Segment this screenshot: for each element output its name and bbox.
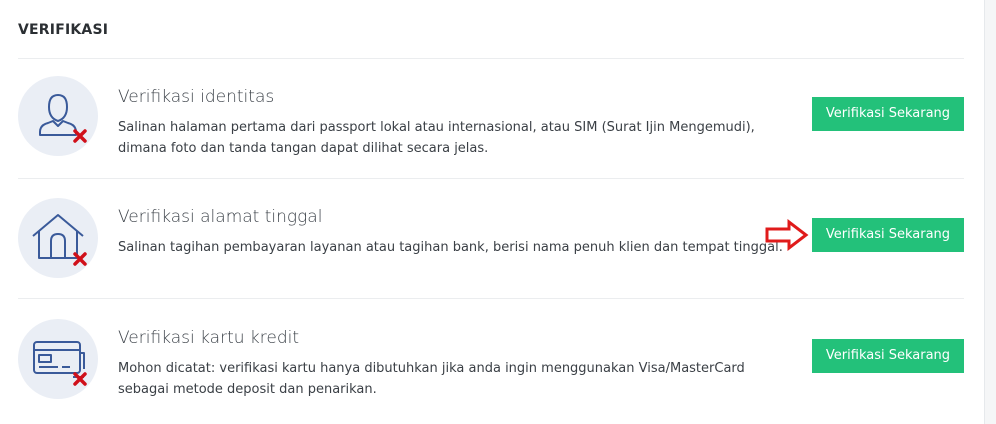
verification-row-identity: Verifikasi identitas Salinan halaman per… bbox=[18, 59, 964, 179]
row-title: Verifikasi kartu kredit bbox=[118, 328, 300, 348]
verify-address-button[interactable]: Verifikasi Sekarang bbox=[812, 218, 964, 252]
row-description: Mohon dicatat: verifikasi kartu hanya di… bbox=[118, 361, 745, 397]
verification-panel: VERIFIKASI Verifikasi identitas Salinan … bbox=[0, 0, 985, 424]
not-verified-x-icon bbox=[73, 252, 87, 266]
not-verified-x-icon bbox=[73, 372, 87, 386]
row-description: Salinan tagihan pembayaran layanan atau … bbox=[118, 240, 783, 255]
row-description: Salinan halaman pertama dari passport lo… bbox=[118, 120, 755, 156]
verify-credit-card-button[interactable]: Verifikasi Sekarang bbox=[812, 339, 964, 373]
row-title: Verifikasi identitas bbox=[118, 87, 275, 107]
section-title: VERIFIKASI bbox=[18, 22, 109, 38]
not-verified-x-icon bbox=[73, 129, 87, 143]
credit-card-icon bbox=[18, 319, 98, 399]
verification-row-credit-card: Verifikasi kartu kredit Mohon dicatat: v… bbox=[18, 299, 964, 419]
scroll-gutter bbox=[985, 0, 996, 424]
row-title: Verifikasi alamat tinggal bbox=[118, 207, 323, 227]
verification-row-address: Verifikasi alamat tinggal Salinan tagiha… bbox=[18, 179, 964, 299]
user-icon bbox=[18, 76, 98, 156]
red-arrow-icon bbox=[765, 219, 809, 251]
verify-identity-button[interactable]: Verifikasi Sekarang bbox=[812, 97, 964, 131]
house-icon bbox=[18, 198, 98, 278]
